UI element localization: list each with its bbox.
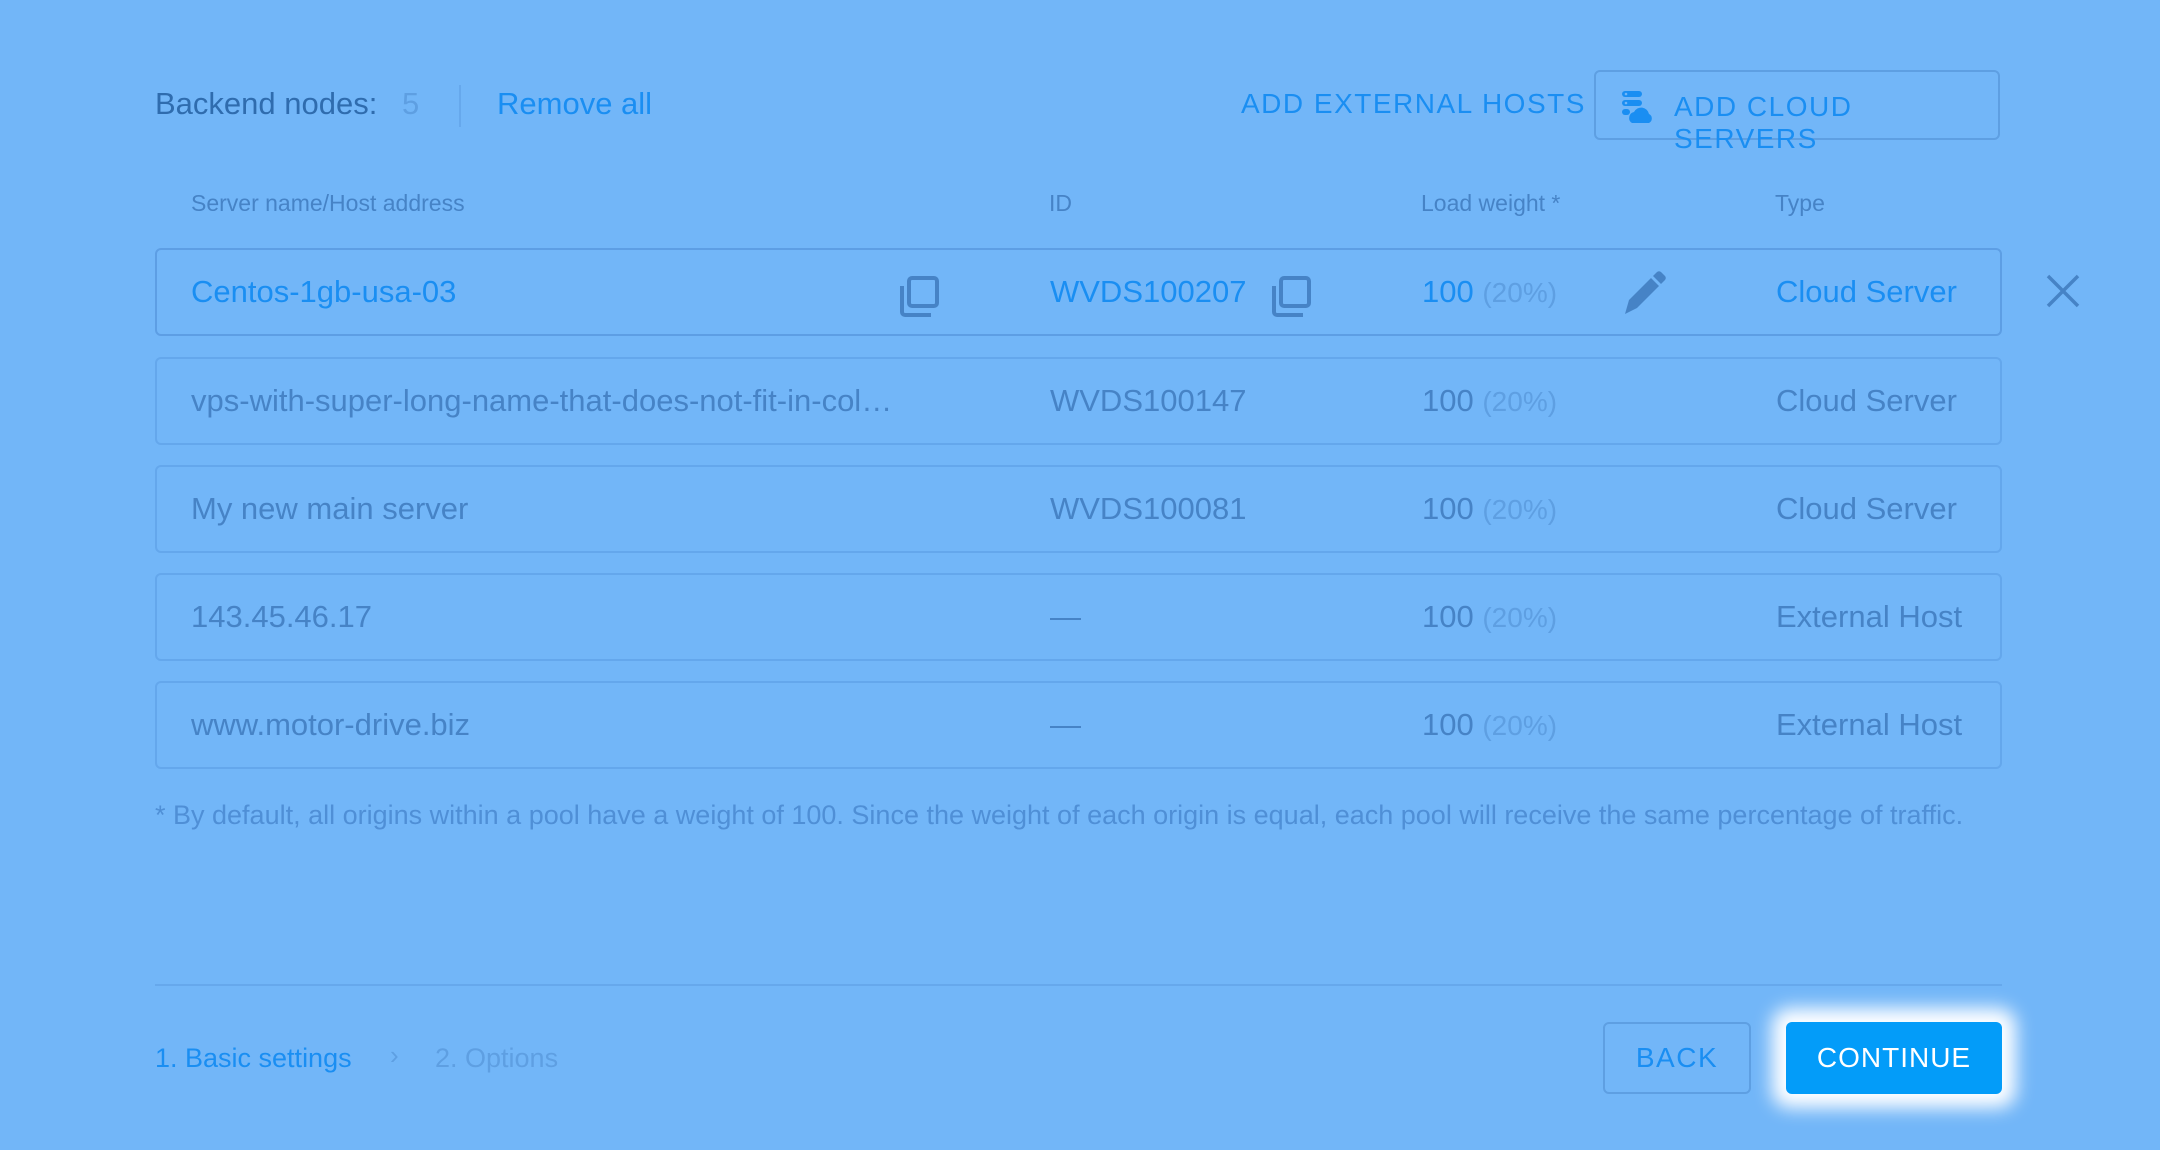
footer-divider bbox=[155, 984, 2002, 986]
server-id: WVDS100147 bbox=[1050, 383, 1247, 418]
table-row[interactable]: vps-with-super-long-name-that-does-not-f… bbox=[155, 357, 2002, 445]
server-id: — bbox=[1050, 707, 1081, 742]
weight-value: 100 bbox=[1422, 383, 1474, 418]
header-divider bbox=[459, 85, 461, 127]
server-type: External Host bbox=[1776, 599, 1963, 634]
weight-percent: (20%) bbox=[1482, 386, 1558, 417]
column-header-load-weight: Load weight * bbox=[1421, 190, 1561, 216]
load-weight: 100 (20%) bbox=[1422, 599, 1557, 635]
step-options: 2. Options bbox=[435, 1043, 559, 1073]
copy-icon[interactable] bbox=[897, 274, 941, 323]
weight-value: 100 bbox=[1422, 491, 1474, 526]
remove-row-close-icon[interactable] bbox=[2046, 274, 2080, 313]
continue-button[interactable]: CONTINUE bbox=[1786, 1022, 2002, 1094]
load-weight: 100 (20%) bbox=[1422, 491, 1557, 527]
backend-nodes-label: Backend nodes: bbox=[155, 86, 378, 121]
weight-percent: (20%) bbox=[1482, 602, 1558, 633]
table-row[interactable]: www.motor-drive.biz — 100 (20%) External… bbox=[155, 681, 2002, 769]
server-id: WVDS100207 bbox=[1050, 274, 1247, 309]
load-weight: 100 (20%) bbox=[1422, 707, 1557, 743]
weight-value: 100 bbox=[1422, 707, 1474, 742]
add-cloud-servers-label: ADD CLOUD SERVERS bbox=[1674, 91, 1853, 154]
server-id: — bbox=[1050, 599, 1081, 634]
chevron-right-icon: › bbox=[390, 1040, 399, 1070]
load-weight-footnote: * By default, all origins within a pool … bbox=[155, 800, 1964, 830]
table-row[interactable]: My new main server WVDS100081 100 (20%) … bbox=[155, 465, 2002, 553]
remove-all-link[interactable]: Remove all bbox=[497, 86, 652, 122]
add-cloud-servers-button[interactable]: ADD CLOUD SERVERS bbox=[1594, 70, 2000, 154]
column-header-name: Server name/Host address bbox=[191, 190, 465, 216]
server-name: vps-with-super-long-name-that-does-not-f… bbox=[191, 383, 893, 418]
cloud-server-icon bbox=[1620, 90, 1654, 129]
column-header-id: ID bbox=[1049, 190, 1072, 216]
server-type: External Host bbox=[1776, 707, 1963, 742]
back-button[interactable]: BACK bbox=[1603, 1022, 1751, 1094]
edit-pencil-icon[interactable] bbox=[1619, 270, 1667, 323]
weight-percent: (20%) bbox=[1482, 710, 1558, 741]
server-type: Cloud Server bbox=[1776, 491, 1957, 526]
server-type: Cloud Server bbox=[1776, 383, 1957, 418]
column-header-type: Type bbox=[1775, 190, 1825, 216]
server-name: 143.45.46.17 bbox=[191, 599, 373, 634]
load-weight: 100 (20%) bbox=[1422, 383, 1557, 419]
server-id: WVDS100081 bbox=[1050, 491, 1247, 526]
copy-icon[interactable] bbox=[1269, 274, 1313, 323]
table-row[interactable]: 143.45.46.17 — 100 (20%) External Host bbox=[155, 573, 2002, 661]
weight-percent: (20%) bbox=[1482, 277, 1558, 308]
server-type: Cloud Server bbox=[1776, 274, 1957, 309]
step-basic-settings[interactable]: 1. Basic settings bbox=[155, 1043, 352, 1074]
backend-nodes-count: 5 bbox=[402, 86, 420, 121]
weight-value: 100 bbox=[1422, 599, 1474, 634]
server-name: My new main server bbox=[191, 491, 469, 526]
server-name: www.motor-drive.biz bbox=[191, 707, 471, 742]
table-row[interactable]: Centos-1gb-usa-03 WVDS100207 100 (20%) C… bbox=[155, 248, 2002, 336]
weight-value: 100 bbox=[1422, 274, 1474, 309]
server-name: Centos-1gb-usa-03 bbox=[191, 274, 457, 309]
load-weight: 100 (20%) bbox=[1422, 274, 1557, 310]
weight-percent: (20%) bbox=[1482, 494, 1558, 525]
add-external-hosts-button[interactable]: ADD EXTERNAL HOSTS bbox=[1241, 88, 1586, 120]
